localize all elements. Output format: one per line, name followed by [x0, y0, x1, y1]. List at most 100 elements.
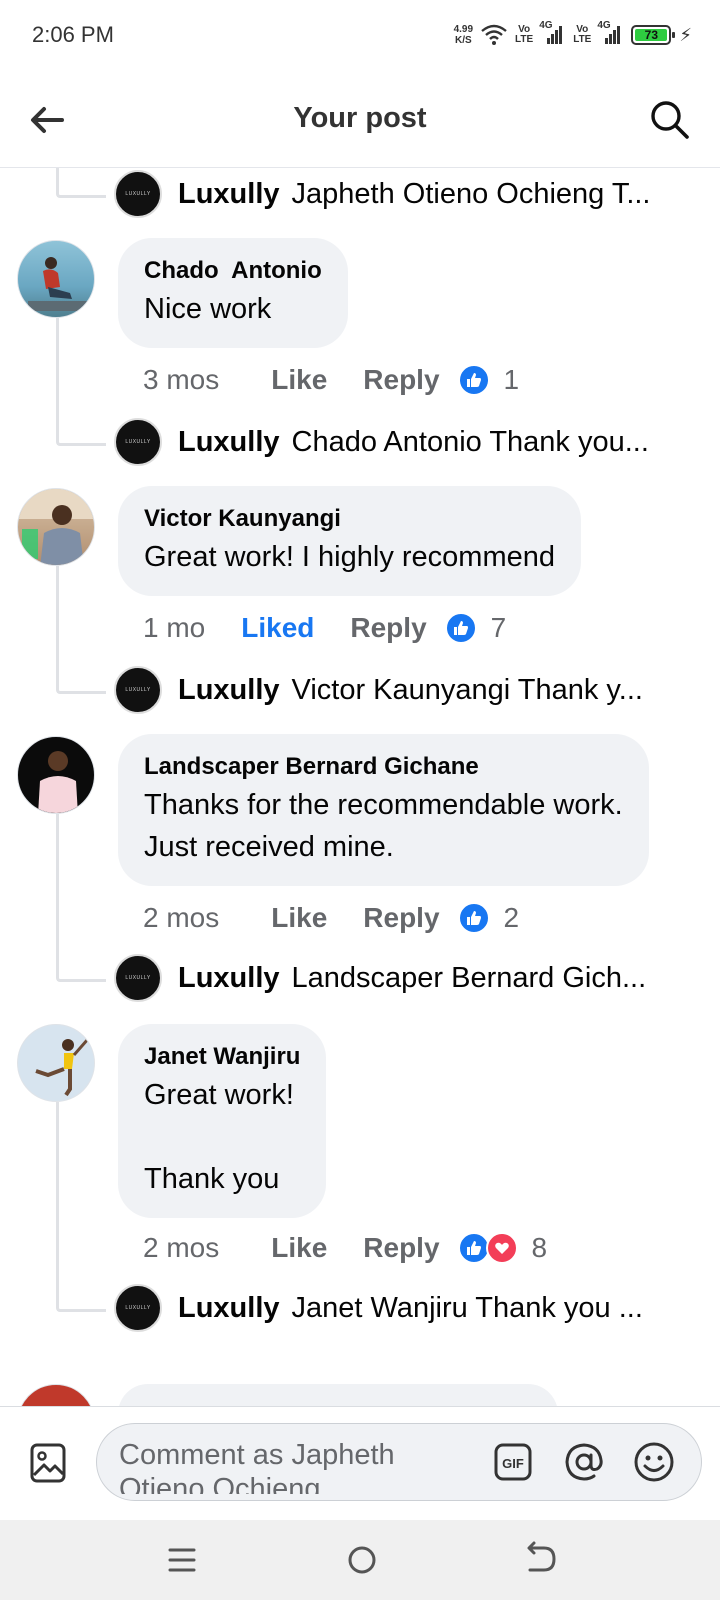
- reply-text: Chado Antonio Thank you...: [291, 425, 649, 458]
- thread-connector: [56, 1282, 106, 1312]
- status-time: 2:06 PM: [32, 22, 114, 47]
- avatar[interactable]: [17, 1384, 95, 1406]
- heart-icon: [485, 1232, 518, 1264]
- reply-button[interactable]: Reply: [350, 612, 426, 644]
- comment-bubble[interactable]: Victor Kaunyangi Great work! I highly re…: [118, 486, 581, 596]
- system-back-button[interactable]: [522, 1540, 560, 1580]
- comment-placeholder[interactable]: Comment as Japheth Otieno Ochieng: [119, 1438, 449, 1494]
- battery-level: 73: [635, 28, 668, 42]
- comment-time[interactable]: 1 mo: [143, 612, 205, 644]
- page-title: Your post: [293, 102, 427, 134]
- avatar[interactable]: [17, 488, 95, 566]
- thread-line: [56, 566, 59, 666]
- reply-text: Japheth Otieno Ochieng T...: [291, 177, 651, 210]
- app-header: Your post: [0, 72, 720, 168]
- wifi-icon: [481, 24, 507, 45]
- gif-label: GIF: [502, 1456, 524, 1471]
- system-navigation-bar: [0, 1520, 720, 1600]
- image-icon: [30, 1443, 66, 1483]
- reply-button[interactable]: Reply: [363, 1232, 439, 1264]
- emoji-button[interactable]: [633, 1441, 675, 1483]
- reaction-count[interactable]: 8: [532, 1232, 548, 1264]
- reply-text: Victor Kaunyangi Thank y...: [291, 673, 643, 706]
- reply-author: Luxully: [178, 177, 280, 210]
- thread-connector: [56, 664, 106, 694]
- comments-feed: LUXULLY Luxully Japheth Otieno Ochieng T.…: [0, 168, 720, 1406]
- avatar: LUXULLY: [114, 418, 162, 466]
- thumbs-up-icon: [457, 1232, 490, 1264]
- like-button[interactable]: Like: [271, 1232, 327, 1264]
- user-photo: [28, 257, 88, 311]
- back-arrow-icon: [527, 1541, 556, 1572]
- thread-connector: [56, 168, 106, 198]
- comment-bubble[interactable]: Landscaper Bernard Gichane Thanks for th…: [118, 734, 649, 886]
- comment-time[interactable]: 2 mos: [143, 1232, 219, 1264]
- smiley-icon: [634, 1442, 674, 1482]
- search-icon: [651, 101, 689, 139]
- reply-preview[interactable]: LUXULLY Luxully Victor Kaunyangi Thank y.…: [114, 666, 704, 714]
- thumbs-up-icon: [444, 612, 477, 644]
- reply-text: Janet Wanjiru Thank you ...: [291, 1291, 643, 1324]
- thread-line: [56, 318, 59, 418]
- volte-icon: Vo LTE: [573, 24, 592, 45]
- comment-bubble[interactable]: Janet Wanjiru Great work! Thank you: [118, 1024, 327, 1218]
- comment-text: Thanks for the recommendable work. Just …: [144, 789, 623, 863]
- comment-bubble[interactable]: Chado Antonio Nice work: [118, 238, 348, 348]
- comment-author[interactable]: Victor Kaunyangi: [144, 502, 555, 536]
- like-button[interactable]: Like: [271, 902, 327, 934]
- at-sign-icon: [565, 1443, 603, 1481]
- volte-icon: Vo LTE: [515, 24, 534, 45]
- reactions[interactable]: [457, 364, 490, 396]
- status-icons: 4.99 K/S Vo LTE 4G Vo LTE 4G 73 ⚡: [454, 20, 692, 50]
- reaction-count[interactable]: 1: [504, 364, 520, 396]
- avatar: LUXULLY: [114, 666, 162, 714]
- reply-preview[interactable]: LUXULLY Luxully Landscaper Bernard Gich..…: [114, 954, 704, 1002]
- comment-input[interactable]: Comment as Japheth Otieno Ochieng GIF: [96, 1423, 702, 1501]
- network-speed: 4.99 K/S: [453, 24, 474, 46]
- comment-time[interactable]: 3 mos: [143, 364, 219, 396]
- reply-author: Luxully: [178, 961, 280, 994]
- thread-connector: [56, 416, 106, 446]
- add-photo-button[interactable]: [28, 1441, 68, 1485]
- reply-text: Landscaper Bernard Gich...: [291, 961, 647, 994]
- comment-time[interactable]: 2 mos: [143, 902, 219, 934]
- signal-icon: 4G: [539, 20, 565, 44]
- search-button[interactable]: [648, 98, 692, 142]
- battery-icon: 73: [631, 25, 676, 45]
- mention-button[interactable]: [563, 1441, 605, 1483]
- thread-line: [56, 814, 59, 954]
- comment-author[interactable]: Janet Wanjiru: [144, 1040, 300, 1074]
- user-photo: [35, 1038, 90, 1097]
- liked-button[interactable]: Liked: [241, 612, 314, 644]
- user-photo: [38, 751, 78, 813]
- reply-button[interactable]: Reply: [363, 902, 439, 934]
- comment-composer: Comment as Japheth Otieno Ochieng GIF: [0, 1406, 720, 1520]
- reactions[interactable]: [457, 1232, 518, 1264]
- comment-author[interactable]: Chado Antonio: [144, 254, 322, 288]
- comment-author[interactable]: Landscaper Bernard Gichane: [144, 750, 623, 784]
- reply-preview[interactable]: LUXULLY Luxully Japheth Otieno Ochieng T.…: [114, 170, 704, 218]
- reply-preview[interactable]: LUXULLY Luxully Chado Antonio Thank you..…: [114, 418, 704, 466]
- gif-button[interactable]: GIF: [493, 1442, 533, 1482]
- gif-icon: GIF: [494, 1443, 532, 1481]
- avatar[interactable]: [17, 240, 95, 318]
- avatar[interactable]: [17, 736, 95, 814]
- comment-actions: 2 mos Like Reply 2: [143, 898, 519, 938]
- status-bar: 2:06 PM 4.99 K/S Vo LTE 4G Vo LTE 4G 73 …: [0, 0, 720, 72]
- thumbs-up-icon: [457, 902, 490, 934]
- reactions[interactable]: [457, 902, 490, 934]
- reply-preview[interactable]: LUXULLY Luxully Janet Wanjiru Thank you .…: [114, 1284, 704, 1332]
- avatar: LUXULLY: [114, 170, 162, 218]
- thread-connector: [56, 952, 106, 982]
- like-button[interactable]: Like: [271, 364, 327, 396]
- reply-author: Luxully: [178, 673, 280, 706]
- avatar[interactable]: [17, 1024, 95, 1102]
- recents-button[interactable]: [164, 1542, 200, 1578]
- reactions[interactable]: [444, 612, 477, 644]
- reaction-count[interactable]: 2: [504, 902, 520, 934]
- comment-bubble[interactable]: [118, 1384, 558, 1406]
- comment-text: Great work! I highly recommend: [144, 541, 555, 573]
- reaction-count[interactable]: 7: [491, 612, 507, 644]
- reply-button[interactable]: Reply: [363, 364, 439, 396]
- home-button[interactable]: [342, 1540, 382, 1580]
